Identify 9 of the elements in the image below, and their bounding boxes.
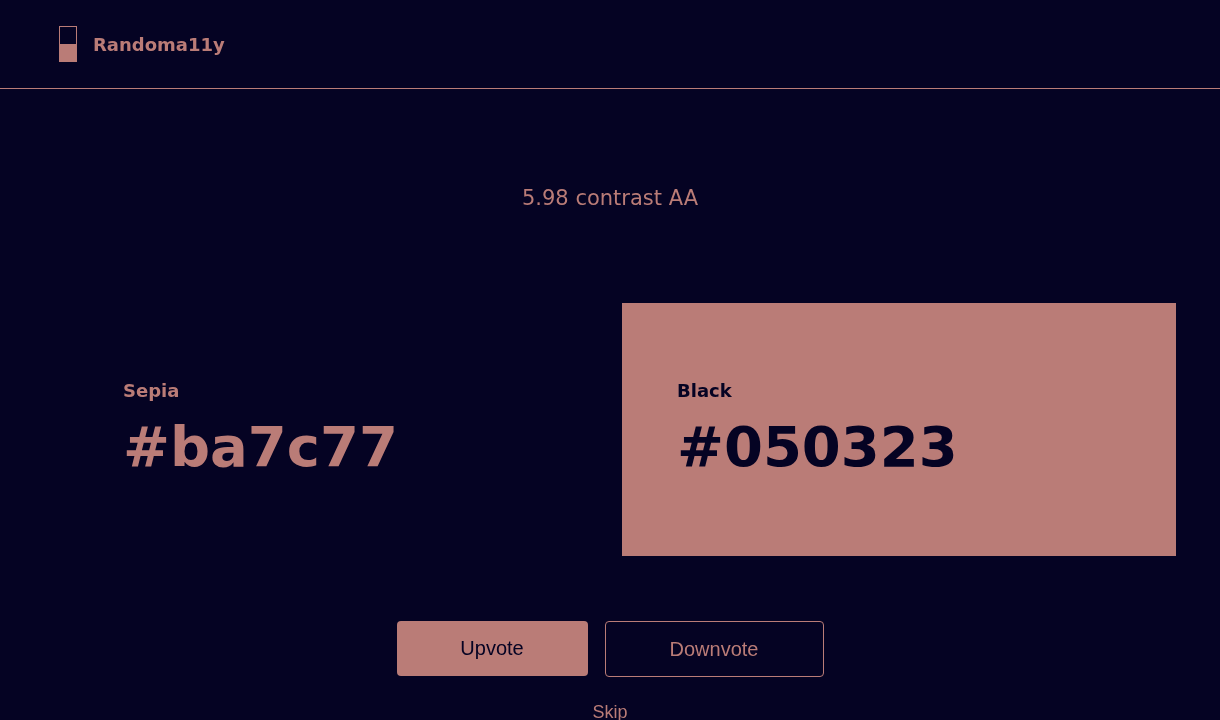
hex-code: #050323: [677, 412, 959, 481]
logo-icon: [59, 26, 77, 62]
brand-link[interactable]: Randoma11y: [93, 30, 225, 58]
color-name: Black: [677, 378, 733, 403]
downvote-button[interactable]: Downvote: [604, 620, 824, 677]
color-name: Sepia: [123, 378, 181, 403]
contrast-ratio: 5.98 contrast AA: [521, 185, 698, 212]
hex-code: #ba7c77: [123, 412, 399, 481]
upvote-button[interactable]: Upvote: [396, 620, 588, 676]
